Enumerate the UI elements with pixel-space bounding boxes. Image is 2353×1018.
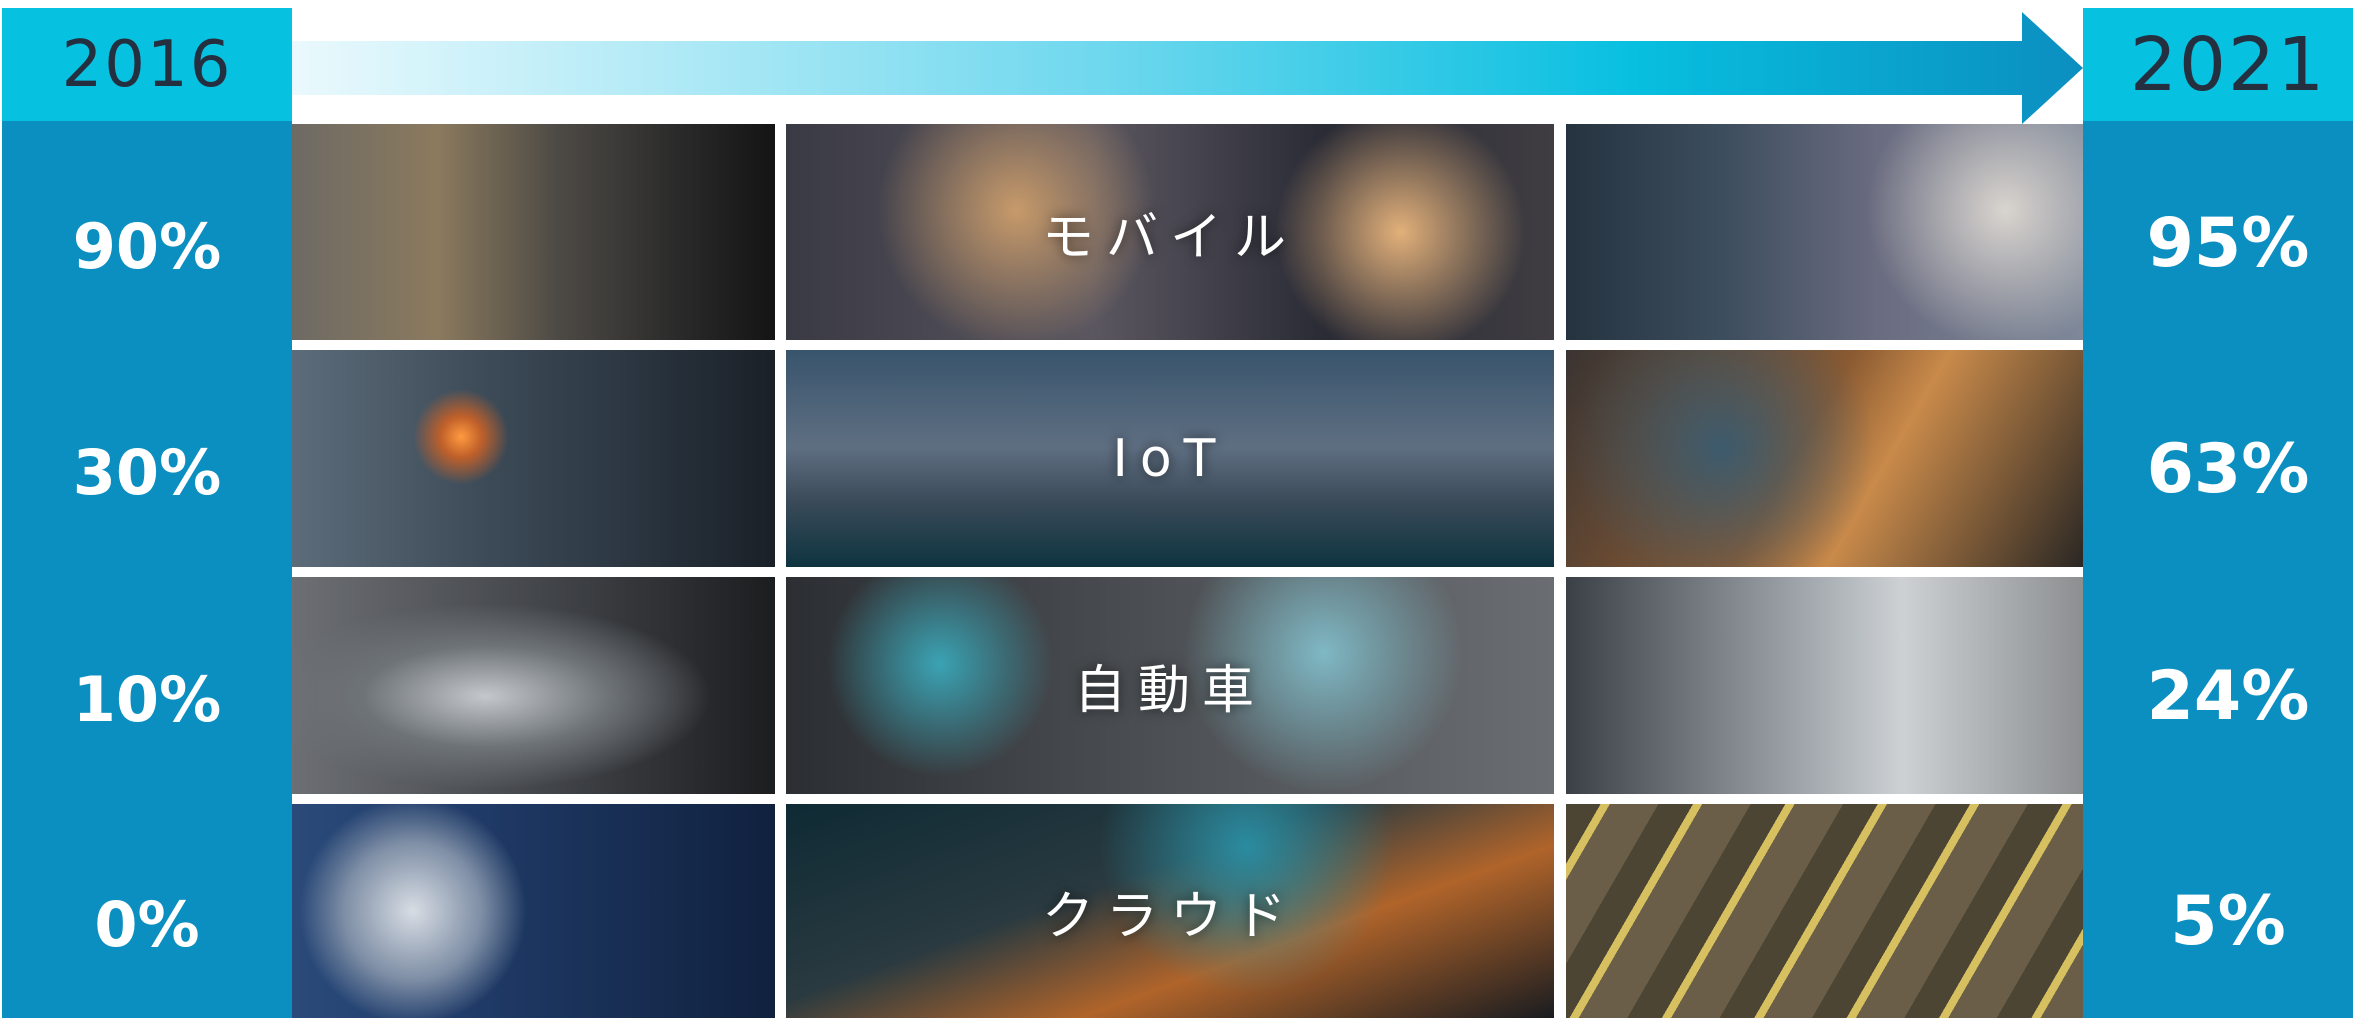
cloud-category-label: クラウド [1041,886,1298,947]
automotive-photo-center: 自動車 [786,577,1554,794]
iot-end-value: 63% [2146,430,2310,509]
start-year-column: 2016 90% 30% 10% 0% [2,8,292,1018]
automotive-end-value: 24% [2146,657,2310,736]
mobile-start-value: 90% [72,210,222,283]
automotive-photo-left [292,577,775,794]
iot-photo-center: IoT [786,350,1554,567]
cloud-start-value: 0% [94,888,200,961]
cloud-photo-right [1566,804,2083,1018]
iot-photo-left [292,350,775,567]
mobile-photo-right [1566,124,2083,340]
cloud-end-value: 5% [2170,882,2286,961]
mobile-photo-left [292,124,775,340]
mobile-photo-center: モバイル [786,124,1554,340]
mobile-end-value: 95% [2146,204,2310,283]
iot-start-value: 30% [72,436,222,509]
end-year-column: 2021 95% 63% 24% 5% [2083,8,2353,1018]
timeline-arrow-icon [292,12,2083,124]
automotive-photo-right [1566,577,2083,794]
cloud-photo-center: クラウド [786,804,1554,1018]
start-year-header: 2016 [2,8,292,121]
iot-photo-right [1566,350,2083,567]
iot-category-label: IoT [1112,428,1228,489]
mobile-category-label: モバイル [1041,207,1298,268]
automotive-start-value: 10% [72,663,222,736]
end-year-header: 2021 [2083,8,2353,121]
start-year-label: 2016 [61,27,233,102]
end-year-label: 2021 [2129,21,2327,108]
automotive-category-label: 自動車 [1073,661,1266,721]
cloud-photo-left [292,804,775,1018]
